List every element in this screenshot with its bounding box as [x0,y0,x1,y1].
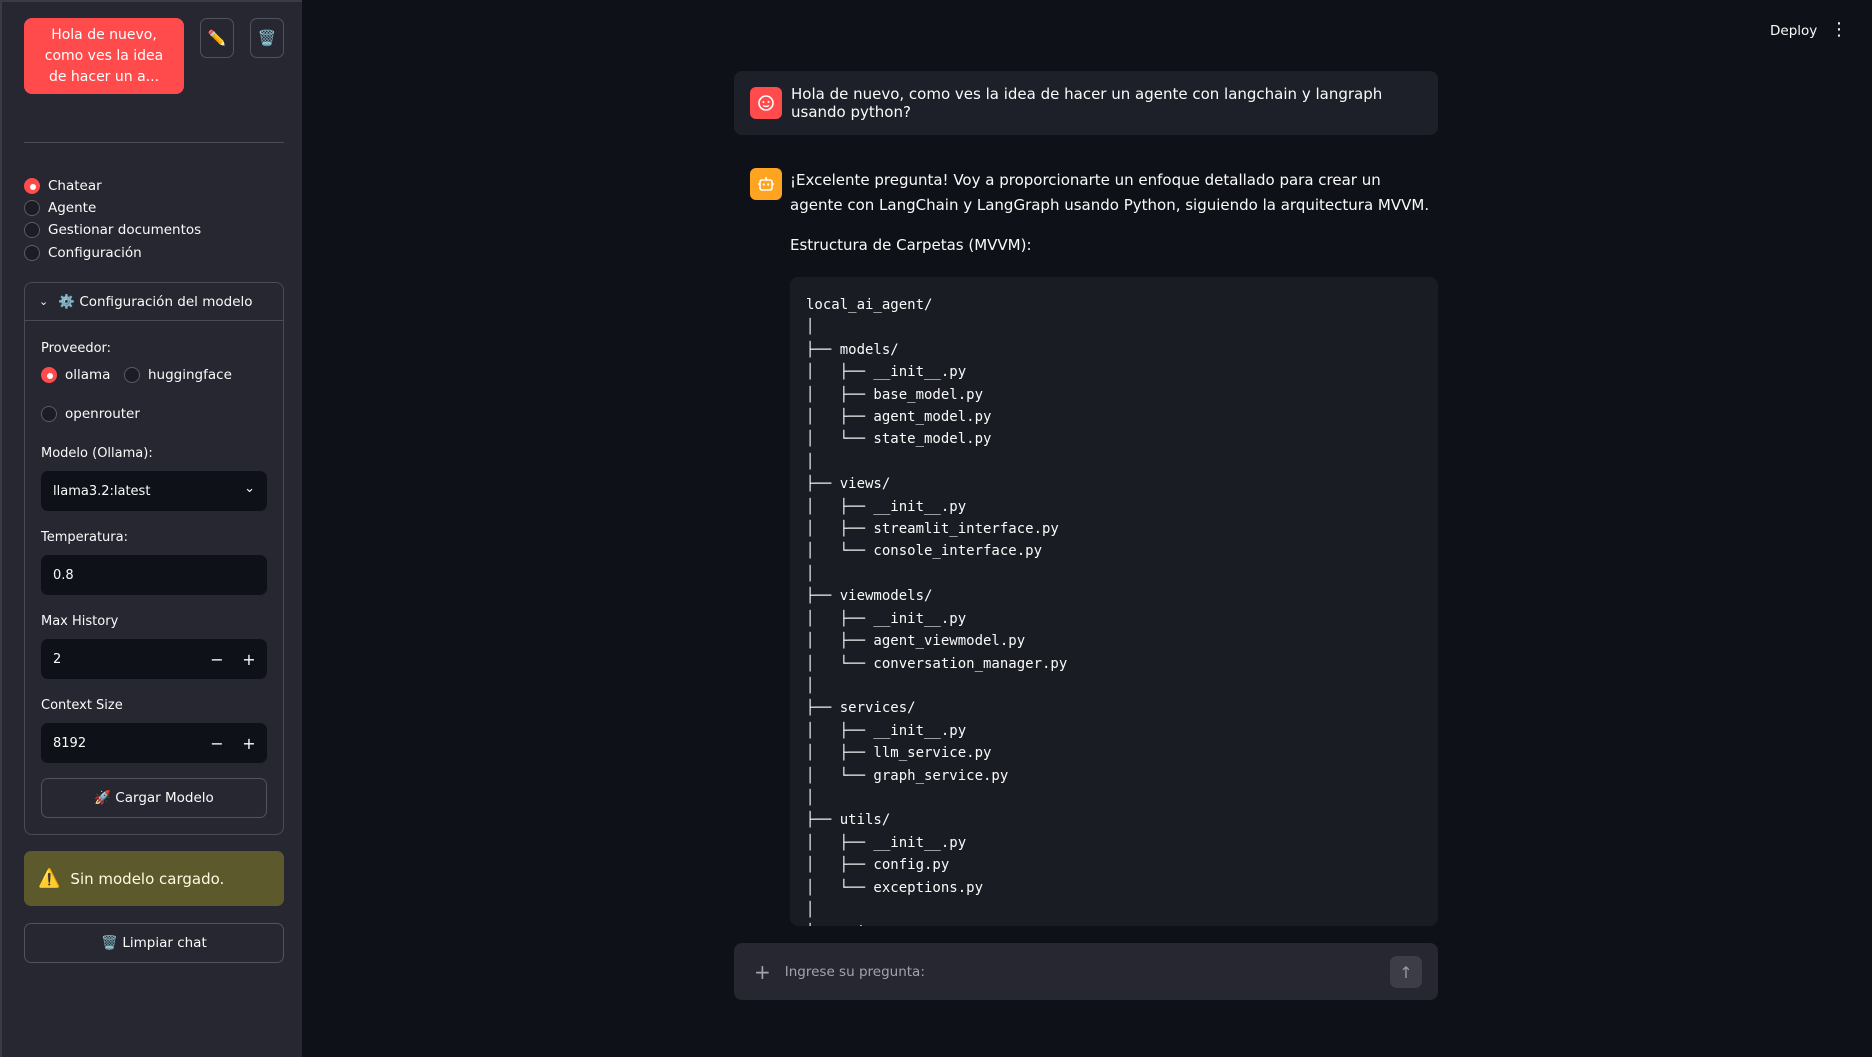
provider-huggingface[interactable]: huggingface [124,367,232,383]
model-label: Modelo (Ollama): [41,446,153,461]
code-content: local_ai_agent/ │ ├── models/ │ ├── __in… [806,297,1068,926]
temperature-input[interactable]: 0.8 [41,555,267,595]
context-size-label: Context Size [41,698,123,713]
radio-indicator [41,406,57,422]
chat-input-bar[interactable]: + Ingrese su pregunta: ↑ [734,943,1438,1000]
provider-label: Proveedor: [41,341,112,356]
user-message: Hola de nuevo, como ves la idea de hacer… [734,71,1438,135]
max-history-value: 2 [53,651,62,667]
more-menu-icon[interactable]: ⋮ [1830,20,1848,40]
increment-button[interactable]: + [233,723,265,763]
nav-option-agente[interactable]: Agente [24,200,96,216]
plus-icon[interactable]: + [754,960,771,984]
provider-openrouter[interactable]: openrouter [41,406,140,422]
nav-label: Configuración [48,245,142,261]
deploy-button[interactable]: Deploy [1770,23,1817,39]
warning-alert: ⚠️ Sin modelo cargado. [24,851,284,906]
bot-avatar-container [750,168,782,200]
pencil-icon: ✏️ [207,29,227,47]
nav-label: Gestionar documentos [48,222,202,238]
chevron-down-icon: ⌄ [39,295,49,308]
provider-option-label: openrouter [65,406,140,422]
radio-indicator [24,222,40,238]
user-avatar [750,87,782,119]
chat-history-item[interactable]: Hola de nuevo, como ves la idea de hacer… [24,18,184,94]
temperature-label: Temperatura: [41,530,128,545]
context-size-stepper[interactable]: 8192 − + [41,723,267,763]
model-select[interactable]: llama3.2:latest ⌄ [41,471,267,511]
increment-button[interactable]: + [233,639,265,679]
max-history-stepper[interactable]: 2 − + [41,639,267,679]
radio-indicator [41,367,57,383]
radio-indicator [124,367,140,383]
robot-icon [758,177,774,191]
model-config-expander: ⌄ ⚙️ Configuración del modelo Proveedor:… [24,282,284,835]
clear-chat-button[interactable]: 🗑️ Limpiar chat [24,923,284,963]
arrow-up-icon: ↑ [1399,962,1413,982]
warning-icon: ⚠️ [38,868,61,889]
nav-option-configuracion[interactable]: Configuración [24,245,142,261]
warning-text: Sin modelo cargado. [70,869,225,888]
user-face-icon [758,95,774,111]
context-size-value: 8192 [53,735,87,751]
provider-ollama[interactable]: ollama [41,367,110,383]
expander-title: ⚙️ Configuración del modelo [58,293,253,310]
code-block: local_ai_agent/ │ ├── models/ │ ├── __in… [790,277,1438,926]
decrement-button[interactable]: − [201,723,233,763]
trash-icon: 🗑️ [257,29,277,47]
provider-option-label: huggingface [148,367,232,383]
radio-indicator [24,178,40,194]
decrement-button[interactable]: − [201,639,233,679]
sidebar: Hola de nuevo, como ves la idea de hacer… [0,0,302,1057]
delete-chat-button[interactable]: 🗑️ [250,18,284,58]
sidebar-divider [24,142,284,143]
provider-option-label: ollama [65,367,111,383]
load-model-button[interactable]: 🚀 Cargar Modelo [41,778,267,818]
radio-indicator [24,245,40,261]
max-history-label: Max History [41,614,119,629]
edit-chat-button[interactable]: ✏️ [200,18,234,58]
load-model-label: 🚀 Cargar Modelo [94,790,214,806]
model-value: llama3.2:latest [53,483,151,499]
nav-label: Agente [48,200,97,216]
nav-option-documentos[interactable]: Gestionar documentos [24,222,201,238]
expander-header[interactable]: ⌄ ⚙️ Configuración del modelo [25,283,283,321]
chat-input-placeholder[interactable]: Ingrese su pregunta: [785,964,925,980]
chat-history-label: Hola de nuevo, como ves la idea de hacer… [44,26,164,85]
temperature-value: 0.8 [53,567,74,583]
chevron-down-icon: ⌄ [244,481,255,496]
send-button[interactable]: ↑ [1390,956,1422,988]
nav-label: Chatear [48,178,102,194]
bot-message-text: ¡Excelente pregunta! Voy a proporcionart… [790,171,1430,214]
nav-option-chatear[interactable]: Chatear [24,178,102,194]
bot-message-subheading: Estructura de Carpetas (MVVM): [790,236,1032,254]
bot-avatar [750,168,782,200]
radio-indicator [24,200,40,216]
user-message-text: Hola de nuevo, como ves la idea de hacer… [791,85,1383,121]
clear-chat-label: 🗑️ Limpiar chat [101,935,207,951]
